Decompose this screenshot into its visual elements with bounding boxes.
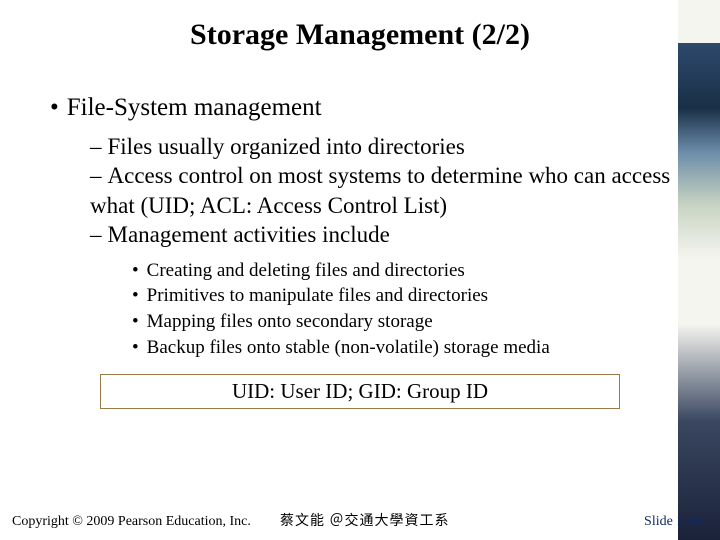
bullet-level2: –Management activities include	[90, 220, 680, 249]
bullet-level2: –Files usually organized into directorie…	[90, 132, 680, 161]
definition-box: UID: User ID; GID: Group ID	[100, 374, 620, 409]
dash-icon: –	[90, 163, 102, 188]
bullet-text: File-System management	[67, 94, 322, 121]
bullet-level3: • Mapping files onto secondary storage	[132, 309, 680, 335]
bullet-level2: –Access control on most systems to deter…	[90, 161, 680, 220]
slide-number: Slide 1-40	[644, 514, 702, 530]
bullet-level3: • Creating and deleting files and directo…	[132, 258, 680, 284]
bullet-level3: • Backup files onto stable (non-volatile)…	[132, 335, 680, 361]
bullet-dot-icon: •	[132, 337, 139, 358]
bullet-dot-icon: •	[132, 260, 139, 281]
bullet-text: Primitives to manipulate files and direc…	[147, 285, 488, 306]
slide-content: Storage Management (2/2) • File-System ma…	[0, 0, 720, 409]
dash-icon: –	[90, 134, 102, 159]
bullet-text: Management activities include	[108, 222, 390, 247]
bullet-level3: • Primitives to manipulate files and dire…	[132, 283, 680, 309]
bullet-text: Backup files onto stable (non-volatile) …	[147, 337, 550, 358]
bullet-dot-icon: •	[132, 311, 139, 332]
author-text: 蔡文能 ＠交通大學資工系	[280, 510, 450, 530]
slide-title: Storage Management (2/2)	[40, 18, 680, 52]
bullet-level1: • File-System management	[50, 94, 680, 122]
copyright-text: Copyright © 2009 Pearson Education, Inc.	[12, 514, 251, 530]
bullet-text: Mapping files onto secondary storage	[147, 311, 433, 332]
bullet-dot-icon: •	[50, 94, 59, 121]
bullet-dot-icon: •	[132, 285, 139, 306]
bullet-text: Creating and deleting files and director…	[147, 260, 465, 281]
bullet-text: Access control on most systems to determ…	[90, 163, 670, 217]
bullet-text: Files usually organized into directories	[108, 134, 465, 159]
dash-icon: –	[90, 222, 102, 247]
